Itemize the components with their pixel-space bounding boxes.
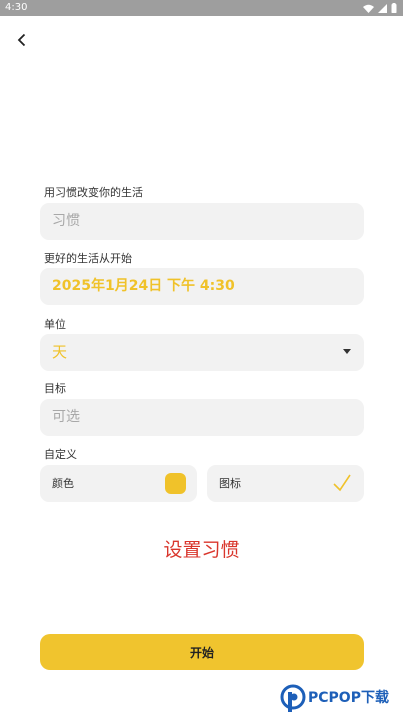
goal-placeholder: 可选 bbox=[52, 409, 80, 425]
habit-input[interactable]: 习惯 bbox=[40, 203, 364, 240]
color-swatch bbox=[165, 473, 186, 494]
start-button[interactable]: 开始 bbox=[40, 634, 364, 670]
unit-label: 单位 bbox=[44, 318, 66, 331]
start-datetime-value: 2025年1月24日 下午 4:30 bbox=[52, 278, 235, 294]
habit-placeholder: 习惯 bbox=[52, 213, 80, 229]
unit-value: 天 bbox=[52, 343, 68, 361]
unit-select[interactable]: 天 bbox=[40, 334, 364, 371]
start-label: 更好的生活从开始 bbox=[44, 252, 132, 265]
icon-label: 图标 bbox=[219, 477, 241, 490]
icon-picker[interactable]: 图标 bbox=[207, 465, 364, 502]
status-icons bbox=[363, 3, 397, 13]
custom-label: 自定义 bbox=[44, 448, 77, 461]
back-button[interactable] bbox=[10, 28, 34, 52]
goal-label: 目标 bbox=[44, 382, 66, 395]
set-habit-title: 设置习惯 bbox=[163, 539, 240, 561]
status-time: 4:30 bbox=[5, 2, 28, 13]
start-datetime-field[interactable]: 2025年1月24日 下午 4:30 bbox=[40, 268, 364, 305]
color-picker[interactable]: 颜色 bbox=[40, 465, 197, 502]
pcpop-logo-icon bbox=[280, 684, 306, 712]
goal-input[interactable]: 可选 bbox=[40, 399, 364, 436]
color-label: 颜色 bbox=[52, 477, 74, 490]
chevron-down-icon bbox=[343, 349, 351, 354]
back-arrow-icon bbox=[17, 33, 26, 47]
watermark-brand: PCPOP下载 bbox=[308, 690, 389, 706]
wifi-icon bbox=[363, 4, 374, 13]
habit-label: 用习惯改变你的生活 bbox=[44, 186, 143, 199]
checkmark-icon bbox=[333, 474, 351, 492]
start-button-label: 开始 bbox=[189, 645, 214, 660]
battery-icon bbox=[391, 3, 397, 13]
signal-icon bbox=[378, 3, 387, 13]
watermark: PCPOP下载 bbox=[280, 682, 400, 718]
status-bar: 4:30 bbox=[0, 0, 403, 16]
